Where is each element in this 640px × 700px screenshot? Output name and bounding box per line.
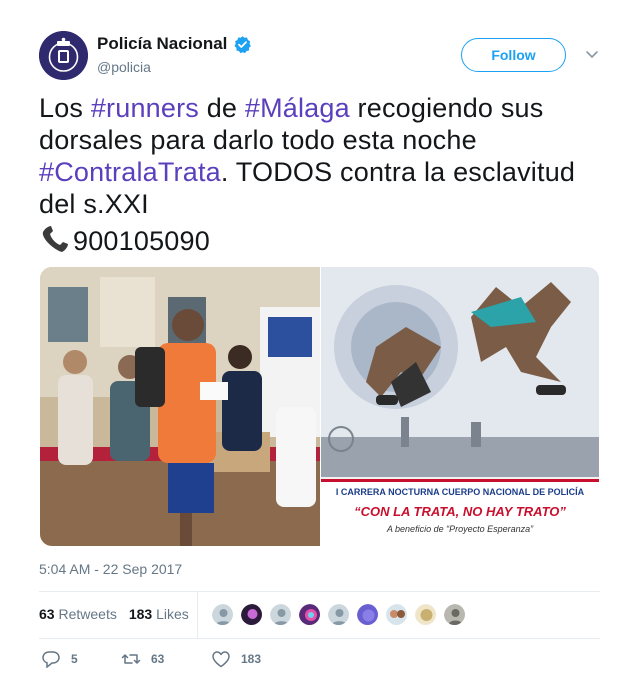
author-display-name[interactable]: Policía Nacional xyxy=(97,34,227,54)
like-count: 183 xyxy=(241,652,262,666)
divider xyxy=(39,638,600,639)
tweet-text-segment: de xyxy=(199,93,245,123)
tweet-body: Los #runners de #Málaga recogiendo sus d… xyxy=(39,93,575,219)
likes-stat[interactable]: 183 Likes xyxy=(129,606,189,622)
author-handle[interactable]: @policia xyxy=(97,59,151,75)
stats-separator xyxy=(197,592,198,638)
author-name-row: Policía Nacional xyxy=(97,34,252,54)
hashtag-link[interactable]: #Málaga xyxy=(245,93,350,123)
runners-photo[interactable] xyxy=(40,267,320,546)
tweet-timestamp[interactable]: 5:04 AM - 22 Sep 2017 xyxy=(39,561,182,577)
retweet-count: 63 xyxy=(151,652,165,666)
like-button[interactable]: 183 xyxy=(211,650,261,668)
retweet-button[interactable]: 63 xyxy=(121,650,211,668)
liker-avatar[interactable] xyxy=(356,603,379,626)
verified-badge-icon xyxy=(233,35,252,54)
author-avatar[interactable] xyxy=(39,31,88,80)
race-poster-image[interactable]: I CARRERA NOCTURNA CUERPO NACIONAL DE PO… xyxy=(321,267,599,546)
likers-avatars xyxy=(211,603,472,626)
reply-button[interactable]: 5 xyxy=(41,650,121,668)
liker-avatar[interactable] xyxy=(298,603,321,626)
reply-count: 5 xyxy=(71,652,78,666)
divider xyxy=(39,591,600,592)
likes-label: Likes xyxy=(156,606,189,622)
hashtag-link[interactable]: #runners xyxy=(91,93,199,123)
liker-avatar[interactable] xyxy=(327,603,350,626)
retweets-stat[interactable]: 63 Retweets xyxy=(39,606,117,622)
liker-avatar[interactable] xyxy=(211,603,234,626)
retweets-label: Retweets xyxy=(58,606,117,622)
media-gallery[interactable]: I CARRERA NOCTURNA CUERPO NACIONAL DE PO… xyxy=(40,267,599,546)
liker-avatar[interactable] xyxy=(385,603,408,626)
likes-count: 183 xyxy=(128,606,153,622)
phone-number[interactable]: 900105090 xyxy=(73,226,210,256)
hashtag-link[interactable]: #ContralaTrata xyxy=(39,157,221,187)
retweets-count: 63 xyxy=(39,606,55,622)
retweet-icon xyxy=(121,654,141,664)
liker-avatar[interactable] xyxy=(414,603,437,626)
tweet-text-segment: Los xyxy=(39,93,91,123)
heart-icon xyxy=(212,651,230,668)
tweet-actions: 5 63 183 xyxy=(41,650,261,668)
follow-button[interactable]: Follow xyxy=(461,38,566,72)
tweet-card: Policía Nacional @policia Follow Los #ru… xyxy=(0,0,640,700)
poster-subtitle: A beneficio de “Proyecto Esperanza” xyxy=(386,524,534,534)
phone-line: 900105090 xyxy=(39,224,609,257)
liker-avatar[interactable] xyxy=(443,603,466,626)
tweet-stats: 63 Retweets 183 Likes xyxy=(39,606,201,622)
tweet-text: Los #runners de #Málaga recogiendo sus d… xyxy=(39,92,609,257)
poster-slogan: “CON LA TRATA, NO HAY TRATO” xyxy=(354,504,566,519)
liker-avatar[interactable] xyxy=(240,603,263,626)
liker-avatar[interactable] xyxy=(269,603,292,626)
poster-title: I CARRERA NOCTURNA CUERPO NACIONAL DE PO… xyxy=(335,487,585,497)
chevron-down-icon[interactable] xyxy=(584,46,600,62)
telephone-icon xyxy=(39,224,73,254)
reply-icon xyxy=(42,651,60,668)
